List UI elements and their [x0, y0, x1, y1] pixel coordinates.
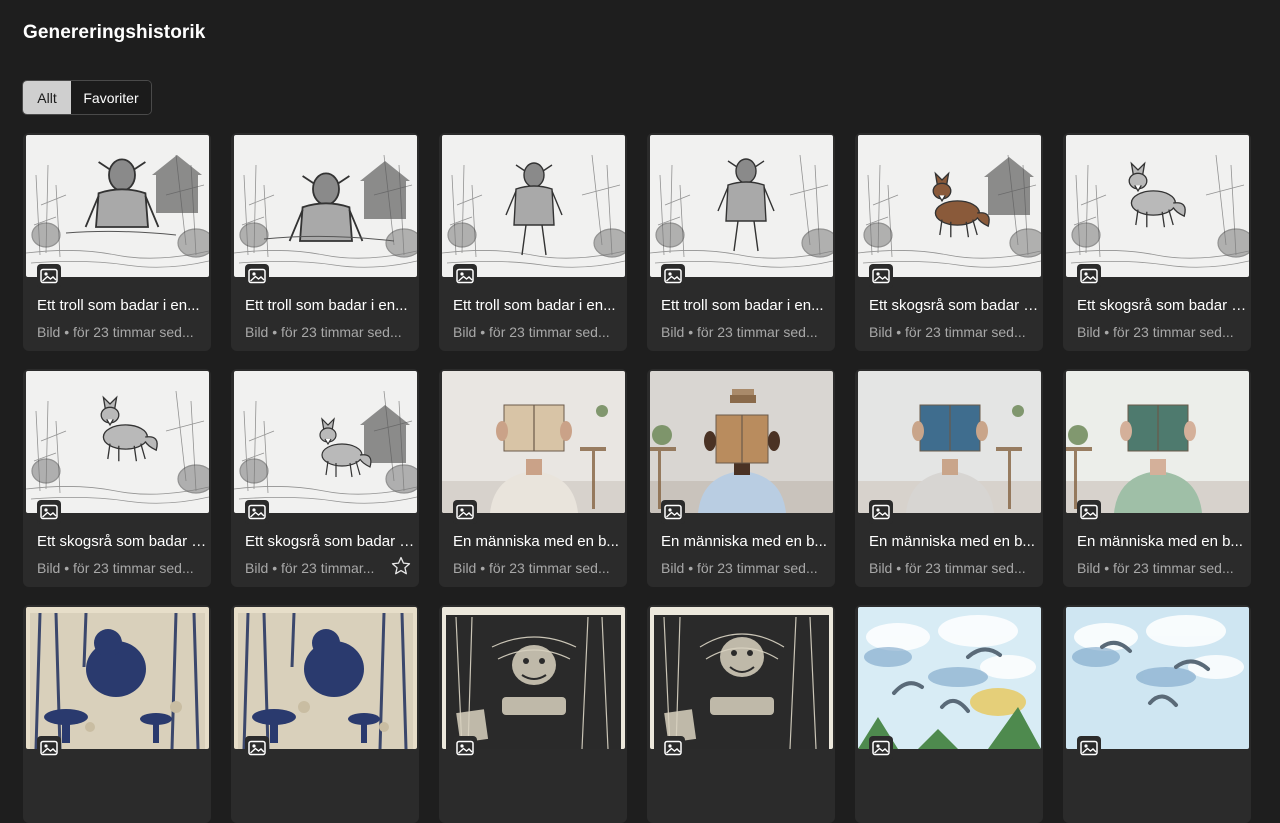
image-icon: [869, 736, 893, 760]
image-icon: [1077, 500, 1101, 524]
generated-image-thumbnail[interactable]: [442, 135, 625, 277]
card-meta: Bild • för 23 timmar sed...: [661, 560, 818, 576]
filter-favorites-button[interactable]: Favoriter: [71, 81, 151, 114]
image-icon: [245, 264, 269, 288]
card-title: En människa med en b...: [453, 533, 619, 550]
history-card[interactable]: En människa med en b... Bild • för 23 tim…: [439, 369, 627, 587]
image-icon: [1077, 736, 1101, 760]
history-card[interactable]: En människa med en b... Bild • för 23 tim…: [1063, 369, 1251, 587]
image-icon: [453, 500, 477, 524]
history-card[interactable]: [23, 605, 211, 823]
history-card[interactable]: En människa med en b... Bild • för 23 tim…: [855, 369, 1043, 587]
generated-image-thumbnail[interactable]: [650, 607, 833, 749]
generated-image-thumbnail[interactable]: [234, 607, 417, 749]
generated-image-thumbnail[interactable]: [26, 607, 209, 749]
filter-tabs: Allt Favoriter: [22, 80, 152, 115]
card-title: Ett skogsrå som badar i...: [869, 297, 1039, 314]
card-title: Ett skogsrå som badar i...: [37, 533, 207, 550]
history-card[interactable]: Ett skogsrå som badar i... Bild • för 23 …: [23, 369, 211, 587]
image-icon: [453, 736, 477, 760]
image-icon: [245, 736, 269, 760]
generated-image-thumbnail[interactable]: [26, 135, 209, 277]
generated-image-thumbnail[interactable]: [26, 371, 209, 513]
image-icon: [661, 736, 685, 760]
card-title: En människa med en b...: [1077, 533, 1243, 550]
card-title: Ett troll som badar i en...: [453, 297, 616, 314]
generated-image-thumbnail[interactable]: [858, 607, 1041, 749]
history-card[interactable]: En människa med en b... Bild • för 23 tim…: [647, 369, 835, 587]
card-meta: Bild • för 23 timmar sed...: [869, 324, 1026, 340]
image-icon: [869, 500, 893, 524]
history-card[interactable]: Ett skogsrå som badar i... Bild • för 23 …: [231, 369, 419, 587]
card-title: Ett skogsrå som badar i...: [1077, 297, 1247, 314]
image-icon: [37, 264, 61, 288]
page-title: Genereringshistorik: [23, 22, 206, 43]
image-icon: [661, 500, 685, 524]
history-card[interactable]: [1063, 605, 1251, 823]
history-card[interactable]: Ett troll som badar i en... Bild • för 23…: [231, 133, 419, 351]
history-card[interactable]: Ett troll som badar i en... Bild • för 23…: [439, 133, 627, 351]
generated-image-thumbnail[interactable]: [442, 371, 625, 513]
history-card[interactable]: Ett skogsrå som badar i... Bild • för 23 …: [855, 133, 1043, 351]
generated-image-thumbnail[interactable]: [858, 371, 1041, 513]
history-card[interactable]: [647, 605, 835, 823]
image-icon: [869, 264, 893, 288]
generated-image-thumbnail[interactable]: [650, 371, 833, 513]
card-meta: Bild • för 23 timmar sed...: [453, 324, 610, 340]
generated-image-thumbnail[interactable]: [234, 135, 417, 277]
generated-image-thumbnail[interactable]: [234, 371, 417, 513]
card-meta: Bild • för 23 timmar sed...: [37, 324, 194, 340]
generated-image-thumbnail[interactable]: [1066, 607, 1249, 749]
image-icon: [37, 736, 61, 760]
filter-all-button[interactable]: Allt: [23, 81, 71, 114]
image-icon: [245, 500, 269, 524]
card-title: Ett troll som badar i en...: [37, 297, 200, 314]
card-meta: Bild • för 23 timmar sed...: [661, 324, 818, 340]
history-card[interactable]: [439, 605, 627, 823]
card-title: En människa med en b...: [661, 533, 827, 550]
generated-image-thumbnail[interactable]: [650, 135, 833, 277]
card-meta: Bild • för 23 timmar sed...: [1077, 560, 1234, 576]
card-meta: Bild • för 23 timmar sed...: [453, 560, 610, 576]
image-icon: [661, 264, 685, 288]
image-icon: [453, 264, 477, 288]
image-icon: [1077, 264, 1101, 288]
card-title: Ett skogsrå som badar i...: [245, 533, 415, 550]
card-meta: Bild • för 23 timmar...: [245, 560, 375, 576]
star-outline-icon[interactable]: [390, 555, 412, 577]
history-card[interactable]: [855, 605, 1043, 823]
history-card[interactable]: [231, 605, 419, 823]
generated-image-thumbnail[interactable]: [858, 135, 1041, 277]
history-card[interactable]: Ett troll som badar i en... Bild • för 23…: [23, 133, 211, 351]
image-icon: [37, 500, 61, 524]
card-title: En människa med en b...: [869, 533, 1035, 550]
history-card[interactable]: Ett troll som badar i en... Bild • för 23…: [647, 133, 835, 351]
generated-image-thumbnail[interactable]: [442, 607, 625, 749]
card-title: Ett troll som badar i en...: [661, 297, 824, 314]
card-title: Ett troll som badar i en...: [245, 297, 408, 314]
card-meta: Bild • för 23 timmar sed...: [869, 560, 1026, 576]
card-meta: Bild • för 23 timmar sed...: [37, 560, 194, 576]
generated-image-thumbnail[interactable]: [1066, 371, 1249, 513]
card-meta: Bild • för 23 timmar sed...: [245, 324, 402, 340]
generated-image-thumbnail[interactable]: [1066, 135, 1249, 277]
card-meta: Bild • för 23 timmar sed...: [1077, 324, 1234, 340]
history-card[interactable]: Ett skogsrå som badar i... Bild • för 23 …: [1063, 133, 1251, 351]
